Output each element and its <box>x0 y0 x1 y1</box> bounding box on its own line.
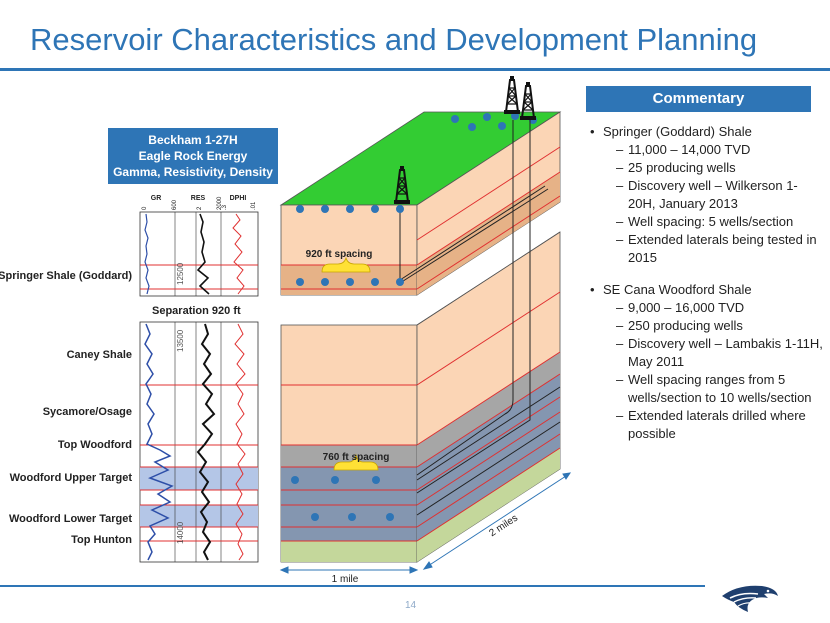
track-gr: GR <box>151 195 162 202</box>
log-header-box: Beckham 1-27H Eagle Rock Energy Gamma, R… <box>108 128 278 184</box>
log-operator: Eagle Rock Energy <box>138 149 248 163</box>
depth-14000: 14000 <box>176 521 185 544</box>
upper-spacing-label: 920 ft spacing <box>306 249 373 260</box>
scale-gr-max: 600 <box>172 199 178 210</box>
sub-bullet: Well spacing ranges from 5 wells/section… <box>588 371 824 407</box>
lower-spacing-label: 760 ft spacing <box>323 452 390 463</box>
formation-springer: Springer Shale (Goddard) <box>0 270 132 282</box>
bullet-springer: Springer (Goddard) Shale <box>588 123 824 141</box>
scale-dphi-min: .3 <box>222 204 228 210</box>
page-number: 14 <box>405 600 417 611</box>
eagle-logo-icon <box>722 585 778 612</box>
sub-bullet: Discovery well – Wilkerson 1-20H, Januar… <box>588 177 824 213</box>
depth-13500: 13500 <box>176 329 185 352</box>
depth-12500: 12500 <box>176 262 185 285</box>
log-well-name: Beckham 1-27H <box>148 133 238 147</box>
sub-bullet: Extended laterals being tested in 2015 <box>588 231 824 267</box>
formation-caney: Caney Shale <box>66 349 132 361</box>
formation-top-hunton: Top Hunton <box>71 534 132 546</box>
formation-top-woodford: Top Woodford <box>57 439 132 451</box>
scale-gr-min: 0 <box>142 206 148 210</box>
width-label: 1 mile <box>332 574 359 585</box>
sub-bullet: 9,000 – 16,000 TVD <box>588 299 824 317</box>
track-res: RES <box>191 195 206 202</box>
track-dphi: DPHI <box>230 195 247 202</box>
commentary-list: Springer (Goddard) Shale 11,000 – 14,000… <box>588 123 824 443</box>
sub-bullet: Discovery well – Lambakis 1-11H, May 201… <box>588 335 824 371</box>
formation-sycamore: Sycamore/Osage <box>42 406 132 418</box>
scale-dphi-max: .01 <box>251 201 257 210</box>
scale-res-min: 2 <box>197 206 203 210</box>
log-curves: Gamma, Resistivity, Density <box>113 165 273 179</box>
sub-bullet: 11,000 – 14,000 TVD <box>588 141 824 159</box>
sub-bullet: Extended laterals drilled where possible <box>588 407 824 443</box>
commentary-header: Commentary <box>586 86 811 112</box>
formation-woodford-lower: Woodford Lower Target <box>8 513 132 525</box>
well-log <box>139 211 259 563</box>
sub-bullet: Well spacing: 5 wells/section <box>588 213 824 231</box>
formation-woodford-upper: Woodford Upper Target <box>9 472 132 484</box>
sub-bullet: 25 producing wells <box>588 159 824 177</box>
sub-bullet: 250 producing wells <box>588 317 824 335</box>
separation-label: Separation 920 ft <box>152 305 241 317</box>
footer-rule <box>0 585 705 587</box>
bullet-woodford: SE Cana Woodford Shale <box>588 281 824 299</box>
drilling-rig-icon <box>503 75 521 115</box>
